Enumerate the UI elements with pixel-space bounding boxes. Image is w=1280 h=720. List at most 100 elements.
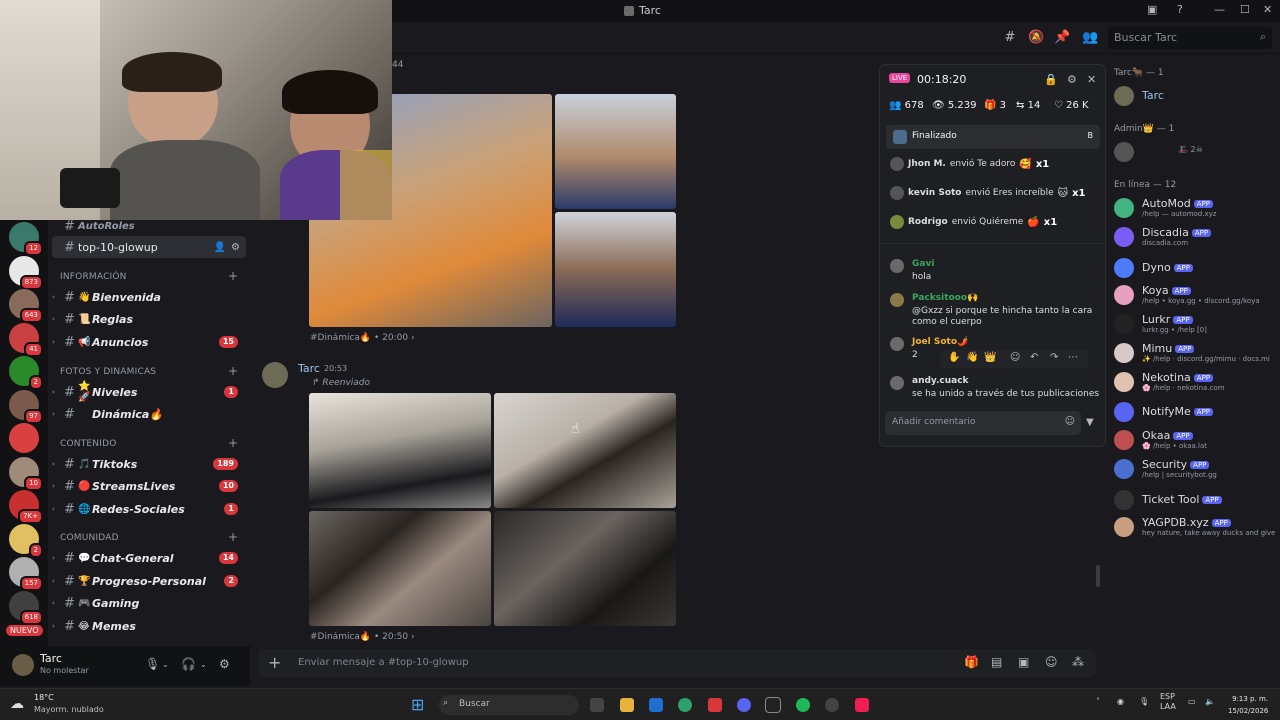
add-attachment-icon[interactable]: + [268, 653, 281, 672]
server-icon[interactable]: 873 [9, 255, 43, 290]
add-channel-icon[interactable]: + [228, 364, 238, 378]
attachment-image[interactable] [555, 212, 676, 327]
filter-icon[interactable]: ▼ [1086, 417, 1094, 428]
mute-icon[interactable]: 🔕 [1028, 30, 1044, 46]
add-channel-icon[interactable]: + [228, 436, 238, 450]
channel-item[interactable]: › # 😂 Memes [52, 615, 246, 637]
pin-icon[interactable]: 📌 [1054, 30, 1070, 46]
apps-icon[interactable]: ⁂ [1072, 655, 1084, 669]
channel-item[interactable]: › # 🔴 StreamsLives 10 [52, 475, 246, 497]
file-explorer-icon[interactable] [620, 698, 634, 712]
language-indicator[interactable]: ESP LAA [1160, 692, 1176, 712]
threads-icon[interactable]: # [1002, 30, 1018, 46]
reaction-hand-icon[interactable]: ✋ [948, 352, 960, 363]
category-header[interactable]: FOTOS Y DINAMICAS [60, 367, 156, 377]
microphone-icon[interactable]: 🎙 [1139, 697, 1149, 706]
avatar[interactable] [12, 654, 34, 676]
member-item[interactable]: Security APP/help | securitybot.gg [1114, 457, 1274, 483]
member-item[interactable]: Dyno APP [1114, 256, 1274, 282]
channel-item[interactable]: › # 🏆 Progreso-Personal 2 [52, 570, 246, 592]
new-badge[interactable]: NUEVO [6, 625, 43, 636]
channel-item-selected[interactable]: # top-10-glowup 👤 ⚙ [52, 236, 246, 258]
member-owner[interactable]: Tarc [1114, 84, 1274, 110]
channel-item[interactable]: › # 💬 Chat-General 14 [52, 547, 246, 569]
server-icon[interactable] [9, 423, 39, 453]
emoji-icon[interactable]: ☺ [1045, 655, 1058, 669]
emoji-icon[interactable]: ☺ [1065, 416, 1075, 427]
reply-icon[interactable]: ↶ [1030, 352, 1038, 363]
microphone-icon[interactable]: 🎙 [145, 657, 160, 671]
comment-input[interactable]: Añadir comentario ☺ [885, 411, 1081, 435]
minimize-button[interactable]: — [1214, 3, 1225, 16]
channel-item[interactable]: › # 📜 Reglas [52, 308, 246, 330]
close-button[interactable]: ✕ [1263, 3, 1272, 16]
network-icon[interactable]: ▭ [1188, 697, 1196, 706]
attachment-image[interactable] [494, 511, 676, 626]
tiktok-icon[interactable] [855, 698, 869, 712]
member-item[interactable]: Lurkr APP lurkr.gg • /help [0] [1114, 312, 1274, 338]
taskview-icon[interactable] [590, 698, 604, 712]
attachment-image[interactable] [309, 511, 491, 626]
server-icon[interactable]: 12 [9, 222, 43, 256]
channel-item[interactable]: › # ⭐🚀 Niveles 1 [52, 381, 246, 403]
chevron-down-icon[interactable]: ⌄ [200, 660, 207, 669]
channel-item[interactable]: › # 🎵 Tiktoks 189 [52, 453, 246, 475]
volume-icon[interactable]: 🔈 [1205, 697, 1215, 706]
attachment-image[interactable] [555, 94, 676, 209]
headphones-icon[interactable]: 🎧 [181, 657, 196, 671]
steam-icon[interactable] [825, 698, 839, 712]
chevron-down-icon[interactable]: ⌄ [162, 660, 169, 669]
member-admin[interactable]: 🎩 2☠ [1114, 140, 1274, 166]
app-icon[interactable] [708, 698, 722, 712]
edge-icon[interactable] [678, 698, 692, 712]
inbox-icon[interactable]: ▣ [1147, 3, 1157, 16]
member-item[interactable]: Ticket Tool APP [1114, 488, 1274, 514]
close-icon[interactable]: ✕ [1087, 73, 1096, 86]
channel-item[interactable]: # AutoRoles [52, 220, 246, 232]
add-member-icon[interactable]: 👤 [214, 242, 226, 253]
sticker-icon[interactable]: ▣ [1018, 655, 1029, 669]
channel-item[interactable]: › # 👋 Bienvenida [52, 286, 246, 308]
reaction-crown-icon[interactable]: 👑 [984, 352, 996, 363]
member-item[interactable]: Nekotina APP 🌸 /help · nekotina.com [1114, 370, 1274, 396]
attachment-image[interactable] [494, 393, 676, 508]
member-item[interactable]: Discadia APP discadia.com [1114, 225, 1274, 251]
member-item[interactable]: Koya APP/help • koya.gg • discord.gg/koya [1114, 283, 1274, 309]
finalizado-item[interactable]: Finalizado B [886, 125, 1100, 149]
epic-games-icon[interactable] [765, 697, 781, 713]
more-icon[interactable]: ⋯ [1068, 352, 1078, 363]
add-channel-icon[interactable]: + [228, 530, 238, 544]
category-header[interactable]: CONTENIDO [60, 439, 117, 449]
taskbar-search[interactable]: ⌕ Buscar [439, 695, 579, 715]
category-header[interactable]: INFORMACIÓN [60, 272, 127, 282]
channel-item[interactable]: › # 🌐 Redes-Sociales 1 [52, 498, 246, 520]
server-icon[interactable]: 618 [9, 590, 43, 625]
outlook-icon[interactable] [649, 698, 663, 712]
gear-icon[interactable]: ⚙ [231, 242, 240, 253]
forward-icon[interactable]: ↷ [1050, 352, 1058, 363]
channel-item[interactable]: › # 📢 Anuncios 15 [52, 331, 246, 353]
search-input[interactable]: Buscar Tarc ⌕ [1108, 27, 1272, 49]
server-icon[interactable]: 643 [9, 289, 43, 323]
member-item[interactable]: Okaa APP 🌸 /help • okaa.lat [1114, 428, 1274, 454]
gift-icon[interactable]: 🎁 [964, 655, 979, 669]
server-icon[interactable]: 97 [9, 389, 43, 424]
member-item[interactable]: YAGPDB.xyz APP hey nature, take away ducks… [1114, 515, 1275, 541]
gif-icon[interactable]: ▤ [991, 655, 1002, 669]
category-header[interactable]: COMUNIDAD [60, 533, 119, 543]
tray-chevron-icon[interactable]: ˄ [1096, 697, 1100, 706]
attachment-image[interactable] [309, 393, 491, 508]
help-icon[interactable]: ? [1177, 3, 1183, 16]
channel-item[interactable]: › # 🎮 Gaming [52, 592, 246, 614]
tray-app-icon[interactable]: ◉ [1117, 697, 1124, 706]
lock-icon[interactable]: 🔒 [1044, 73, 1058, 86]
server-icon[interactable]: 10 [9, 456, 43, 491]
emoji-icon[interactable]: ☺ [1010, 352, 1020, 363]
server-icon[interactable]: 2 [9, 523, 43, 558]
message-author[interactable]: Tarc [298, 362, 320, 375]
server-icon[interactable]: 2 [9, 356, 43, 390]
reaction-wave-icon[interactable]: 👋 [966, 352, 978, 363]
user-name[interactable]: Tarc [40, 652, 62, 665]
gear-icon[interactable]: ⚙ [1067, 73, 1077, 86]
channel-item[interactable]: › # Dinámica🔥 [52, 403, 246, 425]
